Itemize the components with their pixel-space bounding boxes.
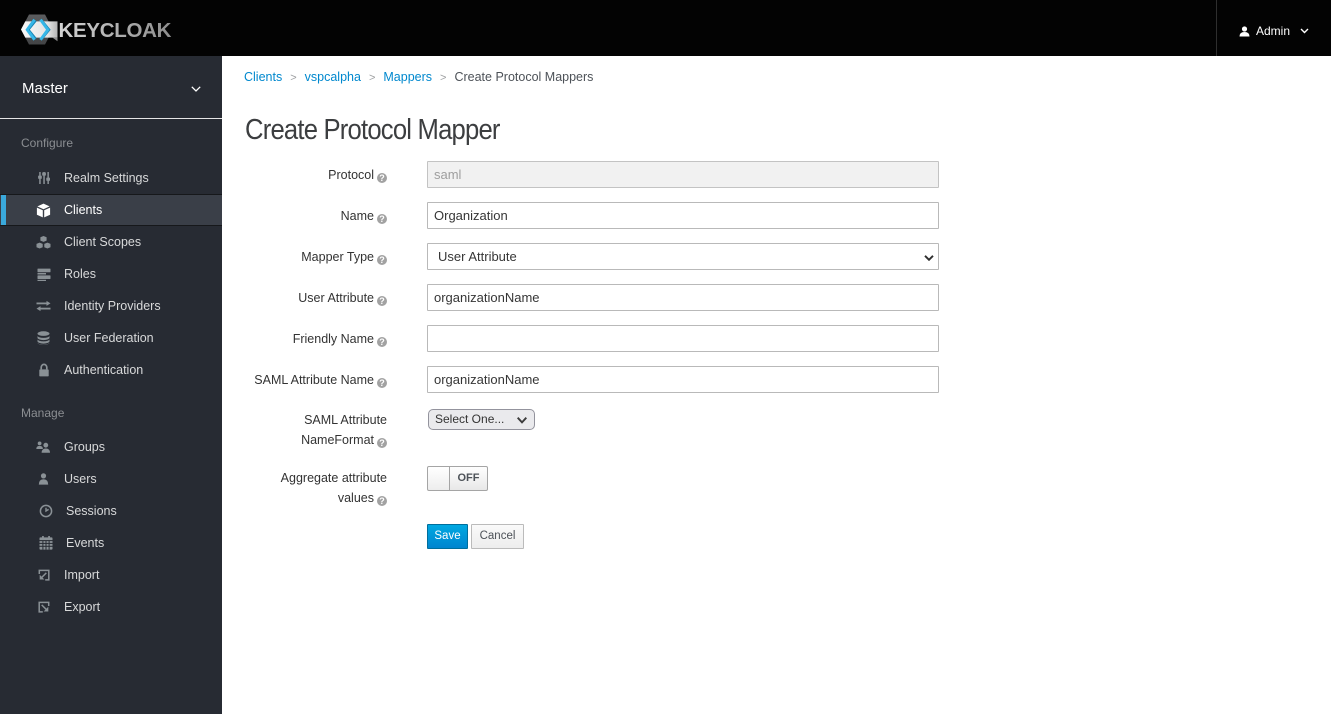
svg-text:KEYCLOAK: KEYCLOAK xyxy=(59,19,172,42)
